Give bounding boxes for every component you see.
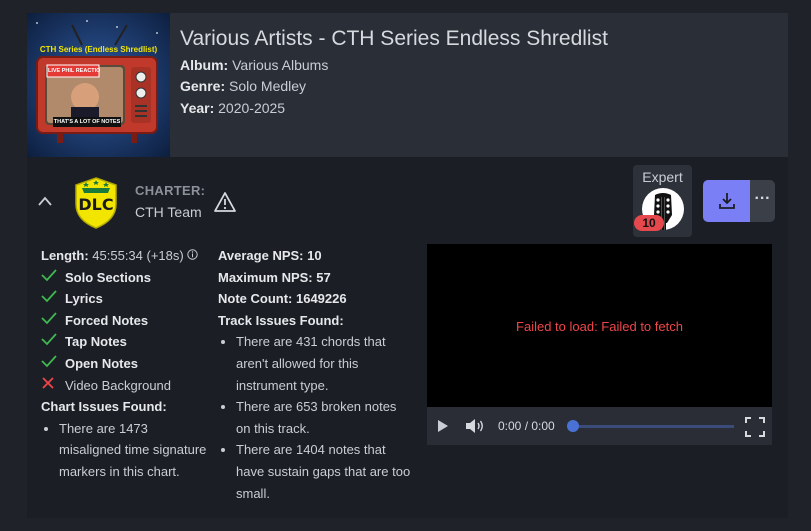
feature-label: Forced Notes	[65, 312, 149, 328]
feature-label: Solo Sections	[65, 269, 151, 285]
album-label: Album:	[180, 57, 229, 73]
average-nps: Average NPS: 10	[218, 248, 322, 263]
download-icon	[717, 191, 737, 216]
charter-label: CHARTER:	[135, 183, 206, 198]
charter-name: CTH Team	[135, 204, 202, 220]
feature-label: Open Notes	[65, 355, 138, 371]
cross-icon	[41, 375, 65, 397]
track-issue-item: There are 431 chords that aren't allowed…	[236, 331, 413, 396]
feature-label: Lyrics	[65, 291, 103, 307]
chart-issues-list: There are 1473 misaligned time signature…	[41, 418, 211, 483]
genre-row: Genre: Solo Medley	[180, 78, 306, 94]
length-label: Length:	[41, 248, 89, 263]
feature-list: Solo Sections Lyrics Forced Notes Tap Notes…	[41, 267, 211, 397]
length-value: 45:55:34 (+18s)	[92, 248, 184, 263]
length-row: Length: 45:55:34 (+18s)	[41, 245, 211, 267]
video-player[interactable]: Failed to load: Failed to fetch 0:00 / 0…	[427, 244, 772, 445]
check-icon	[41, 331, 65, 353]
video-error-message: Failed to load: Failed to fetch	[516, 319, 683, 334]
note-count: Note Count: 1649226	[218, 291, 347, 307]
album-cover: CTH Series (Endless Shredlist) LIVE PHIL…	[27, 13, 170, 157]
year-row: Year: 2020-2025	[180, 100, 285, 116]
video-seek-bar[interactable]	[569, 425, 734, 428]
download-button[interactable]	[703, 180, 751, 222]
video-seek-handle[interactable]	[567, 420, 579, 432]
fullscreen-icon[interactable]	[745, 417, 765, 442]
more-options-button[interactable]: ···	[750, 180, 775, 222]
cover-top-text: CTH Series (Endless Shredlist)	[39, 45, 158, 54]
info-icon[interactable]	[187, 245, 198, 267]
album-row: Album: Various Albums	[180, 57, 328, 73]
feature-label: Video Background	[65, 377, 172, 393]
play-icon[interactable]	[437, 419, 449, 438]
volume-icon[interactable]	[465, 418, 485, 439]
cover-sign-text: LIVE PHIL REACTION	[48, 68, 100, 74]
feature-item: Tap Notes	[41, 331, 211, 353]
collapse-chevron-up-icon[interactable]	[37, 194, 53, 212]
track-issue-item: There are 653 broken notes on this track…	[236, 396, 413, 439]
song-card: CTH Series (Endless Shredlist) LIVE PHIL…	[27, 13, 788, 518]
genre-label: Genre:	[180, 78, 226, 94]
chart-issue-item: There are 1473 misaligned time signature…	[59, 418, 211, 483]
feature-label: Tap Notes	[65, 334, 127, 350]
stats-right-column: Average NPS: 10 Maximum NPS: 57 Note Cou…	[218, 245, 413, 504]
video-time: 0:00 / 0:00	[498, 419, 555, 433]
song-header: CTH Series (Endless Shredlist) LIVE PHIL…	[27, 13, 788, 157]
feature-item: Solo Sections	[41, 267, 211, 289]
warning-triangle-icon[interactable]	[213, 191, 237, 218]
feature-item: Forced Notes	[41, 310, 211, 332]
maximum-nps: Maximum NPS: 57	[218, 269, 331, 285]
year-value: 2020-2025	[218, 100, 286, 116]
track-issue-item: There are 1404 notes that have sustain g…	[236, 439, 413, 504]
difficulty-label: Expert	[642, 169, 683, 185]
stats-left-column: Length: 45:55:34 (+18s) Solo Sections Lyr…	[41, 245, 211, 483]
check-icon	[41, 267, 65, 289]
genre-value: Solo Medley	[229, 78, 307, 94]
feature-item: Video Background	[41, 375, 211, 397]
track-issues-heading: Track Issues Found:	[218, 312, 344, 328]
cover-bottom-text: THAT'S A LOT OF NOTES	[53, 119, 121, 125]
check-icon	[41, 353, 65, 375]
feature-item: Open Notes	[41, 353, 211, 375]
album-value: Various Albums	[232, 57, 329, 73]
difficulty-expert-button[interactable]: Expert 10	[633, 165, 692, 237]
difficulty-level-badge: 10	[634, 215, 664, 231]
video-controls: 0:00 / 0:00	[427, 407, 772, 445]
year-label: Year:	[180, 100, 215, 116]
check-icon	[41, 288, 65, 310]
song-title: Various Artists - CTH Series Endless Shr…	[180, 27, 608, 50]
dlc-logo-text: DLC	[78, 195, 114, 214]
chart-issues-heading: Chart Issues Found:	[41, 399, 167, 415]
feature-item: Lyrics	[41, 288, 211, 310]
track-issues-list: There are 431 chords that aren't allowed…	[218, 331, 413, 504]
dlc-logo-icon: DLC	[72, 176, 120, 235]
check-icon	[41, 310, 65, 332]
